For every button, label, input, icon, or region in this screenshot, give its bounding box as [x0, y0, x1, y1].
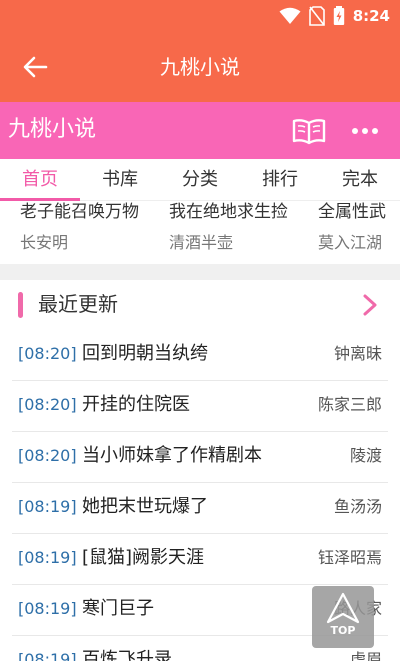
chevron-right-icon[interactable] — [360, 292, 382, 318]
list-item[interactable]: [08:20] 当小师妹拿了作精剧本 陵渡 — [12, 432, 388, 483]
no-sim-icon — [308, 6, 325, 26]
tab-library[interactable]: 书库 — [90, 159, 150, 201]
book-author: 长安明 — [20, 233, 69, 252]
recent-section-header[interactable]: 最近更新 — [0, 280, 400, 330]
title-bar: 九桃小说 — [0, 32, 400, 102]
update-time: [08:19] — [18, 599, 77, 618]
status-time: 8:24 — [352, 7, 390, 25]
arrow-up-icon — [326, 592, 360, 624]
book-title[interactable]: 当小师妹拿了作精剧本 — [82, 443, 262, 469]
book-icon[interactable] — [291, 116, 327, 146]
update-time: [08:20] — [18, 395, 77, 414]
book-author[interactable]: 虎眉 — [350, 648, 382, 661]
book-author[interactable]: 陵渡 — [350, 444, 382, 468]
brand-name: 九桃小说 — [8, 117, 97, 142]
tab-completed[interactable]: 完本 — [330, 159, 390, 201]
tab-categories[interactable]: 分类 — [170, 159, 230, 201]
update-time: [08:20] — [18, 344, 77, 363]
book-title[interactable]: 开挂的住院医 — [82, 392, 190, 418]
book-title: 我在绝地求生捡 — [169, 202, 288, 222]
book-author: 莫入江湖 — [318, 233, 383, 252]
book-title[interactable]: 百炼飞升录 — [82, 647, 172, 661]
book-title[interactable]: 寒门巨子 — [82, 596, 154, 622]
wifi-icon — [279, 7, 301, 24]
featured-books: 老子能召唤万物 长安明 我在绝地求生捡 清酒半壶 全属性武 莫入江湖 — [0, 201, 400, 264]
book-title[interactable]: 回到明朝当纨绔 — [82, 341, 208, 367]
update-time: [08:20] — [18, 446, 77, 465]
section-title: 最近更新 — [38, 292, 118, 316]
nav-tabs: 首页 书库 分类 排行 完本 — [0, 159, 400, 201]
status-bar: 8:24 — [0, 0, 400, 32]
update-time: [08:19] — [18, 497, 77, 516]
book-title: 老子能召唤万物 — [20, 202, 139, 222]
book-author[interactable]: 鱼汤汤 — [334, 495, 382, 519]
update-time: [08:19] — [18, 548, 77, 567]
book-title[interactable]: 她把末世玩爆了 — [82, 494, 208, 520]
book-author[interactable]: 陈家三郎 — [318, 393, 382, 417]
list-item[interactable]: [08:19] [鼠猫]阙影天涯 钰泽昭焉 — [12, 534, 388, 585]
section-marker — [18, 292, 23, 318]
brand-bar: 九桃小说 — [0, 102, 400, 159]
list-item[interactable]: [08:20] 回到明朝当纨绔 钟离昧 — [12, 330, 388, 381]
page-title: 九桃小说 — [160, 55, 240, 79]
book-author[interactable]: 钰泽昭焉 — [318, 546, 382, 570]
tab-home[interactable]: 首页 — [10, 159, 70, 201]
update-time: [08:19] — [18, 650, 77, 661]
book-title[interactable]: [鼠猫]阙影天涯 — [82, 545, 204, 571]
section-divider — [0, 264, 400, 280]
list-item[interactable]: [08:19] 她把末世玩爆了 鱼汤汤 — [12, 483, 388, 534]
book-title: 全属性武 — [318, 202, 386, 222]
book-author[interactable]: 钟离昧 — [334, 342, 382, 366]
battery-icon — [333, 6, 344, 25]
back-to-top-button[interactable]: TOP — [312, 586, 374, 648]
more-icon[interactable] — [350, 118, 380, 144]
list-item[interactable]: [08:20] 开挂的住院医 陈家三郎 — [12, 381, 388, 432]
status-icons: 8:24 — [279, 5, 390, 27]
book-author: 清酒半壶 — [169, 233, 234, 252]
tab-rankings[interactable]: 排行 — [250, 159, 310, 201]
top-label: TOP — [330, 624, 356, 637]
